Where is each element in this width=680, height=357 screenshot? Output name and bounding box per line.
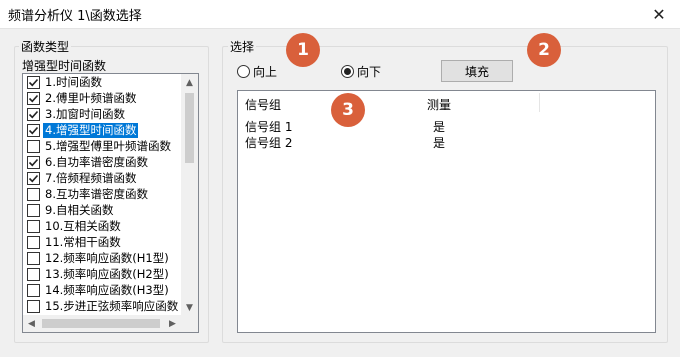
function-list-item-label: 3.加窗时间函数 [45,106,125,121]
scroll-thumb[interactable] [185,93,194,163]
function-listbox[interactable]: 1.时间函数 2.傅里叶频谱函数 3.加窗时间函数 4.增强型时间函数 5.增强型傅里叶… [22,73,199,333]
function-list-item[interactable]: 3.加窗时间函数 [23,106,181,122]
radio-up[interactable]: 向上 [237,63,277,80]
function-list-item[interactable]: 2.傅里叶频谱函数 [23,90,181,106]
function-list-item[interactable]: 12.频率响应函数(H1型) [23,250,181,266]
function-list-item-label: 4.增强型时间函数 [43,122,139,138]
column-header-measure[interactable]: 测量 [427,96,451,113]
checkbox-checked-icon[interactable] [27,123,40,137]
function-list-item-label: 12.频率响应函数(H1型) [45,250,169,265]
selection-label: 选择 [228,38,257,55]
scrollbar-corner [181,315,198,332]
radio-up-label: 向上 [253,65,278,79]
function-type-sublabel: 增强型时间函数 [22,59,107,73]
checkbox-unchecked-icon[interactable] [27,235,40,249]
function-list-item-label: 13.频率响应函数(H2型) [45,266,169,281]
function-list-item-label: 7.倍频程频谱函数 [45,170,137,185]
scroll-up-icon[interactable]: ▲ [181,74,198,91]
horizontal-scrollbar[interactable]: ◀ ▶ [23,315,198,332]
table-row[interactable]: 信号组 2 是 [238,134,655,150]
signal-table: 信号组 测量 信号组 1 是 信号组 2 是 [237,90,656,333]
checkbox-unchecked-icon[interactable] [27,203,40,217]
function-list-item[interactable]: 15.步进正弦频率响应函数 [23,298,181,314]
checkbox-unchecked-icon[interactable] [27,139,40,153]
annotation-badge-3: 3 [331,93,365,127]
function-list-item[interactable]: 14.频率响应函数(H3型) [23,282,181,298]
checkbox-unchecked-icon[interactable] [27,267,40,281]
checkbox-unchecked-icon[interactable] [27,219,40,233]
function-list-item[interactable]: 13.频率响应函数(H2型) [23,266,181,282]
function-list: 1.时间函数 2.傅里叶频谱函数 3.加窗时间函数 4.增强型时间函数 5.增强型傅里叶… [23,74,181,316]
table-cell-signal: 信号组 1 [245,120,293,134]
checkbox-checked-icon[interactable] [27,75,40,89]
close-icon[interactable]: ✕ [638,0,680,28]
annotation-badge-2: 2 [527,33,561,67]
function-list-item[interactable]: 4.增强型时间函数 [23,122,181,138]
checkbox-checked-icon[interactable] [27,155,40,169]
checkbox-unchecked-icon[interactable] [27,251,40,265]
radio-down[interactable]: 向下 [341,63,381,80]
table-cell-measure: 是 [433,120,446,134]
checkbox-checked-icon[interactable] [27,107,40,121]
scroll-thumb-horizontal[interactable] [42,319,160,328]
function-list-item-label: 5.增强型傅里叶频谱函数 [45,138,171,153]
radio-circle-icon[interactable] [341,65,354,78]
function-list-item-label: 2.傅里叶频谱函数 [45,90,137,105]
vertical-scrollbar[interactable]: ▲ ▼ [181,74,198,316]
table-row[interactable]: 信号组 1 是 [238,118,655,134]
scroll-right-icon[interactable]: ▶ [164,315,181,332]
column-header-signal[interactable]: 信号组 [245,96,281,113]
function-list-item[interactable]: 7.倍频程频谱函数 [23,170,181,186]
annotation-badge-1: 1 [286,33,320,67]
function-list-item-label: 6.自功率谱密度函数 [45,154,148,169]
function-list-item[interactable]: 1.时间函数 [23,74,181,90]
checkbox-unchecked-icon[interactable] [27,299,40,313]
function-type-label: 函数类型 [19,38,72,55]
scroll-down-icon[interactable]: ▼ [181,299,198,316]
table-cell-signal: 信号组 2 [245,136,293,150]
checkbox-unchecked-icon[interactable] [27,187,40,201]
function-list-item-label: 8.互功率谱密度函数 [45,186,148,201]
dialog-body: 函数类型 增强型时间函数 1.时间函数 2.傅里叶频谱函数 3.加窗时间函数 4.增强… [0,28,680,357]
checkbox-checked-icon[interactable] [27,171,40,185]
radio-circle-icon[interactable] [237,65,250,78]
column-divider[interactable] [539,93,540,112]
checkbox-unchecked-icon[interactable] [27,283,40,297]
function-list-item[interactable]: 6.自功率谱密度函数 [23,154,181,170]
radio-selected-dot [344,68,351,75]
fill-button[interactable]: 填充 [441,60,513,82]
function-list-item-label: 1.时间函数 [45,74,102,89]
function-list-item[interactable]: 5.增强型傅里叶频谱函数 [23,138,181,154]
function-list-item[interactable]: 8.互功率谱密度函数 [23,186,181,202]
function-list-item[interactable]: 11.常相干函数 [23,234,181,250]
title-bar: 频谱分析仪 1\函数选择 ✕ [0,0,680,28]
radio-down-label: 向下 [357,65,382,79]
checkbox-checked-icon[interactable] [27,91,40,105]
function-list-item-label: 9.自相关函数 [45,202,114,217]
function-list-item-label: 10.互相关函数 [45,218,121,233]
function-list-item-label: 14.频率响应函数(H3型) [45,282,169,297]
scroll-left-icon[interactable]: ◀ [23,315,40,332]
table-cell-measure: 是 [433,136,446,150]
window-title: 频谱分析仪 1\函数选择 [8,9,142,24]
function-list-item-label: 11.常相干函数 [45,234,121,249]
function-list-item[interactable]: 10.互相关函数 [23,218,181,234]
function-list-item[interactable]: 9.自相关函数 [23,202,181,218]
function-list-item-label: 15.步进正弦频率响应函数 [45,298,179,313]
